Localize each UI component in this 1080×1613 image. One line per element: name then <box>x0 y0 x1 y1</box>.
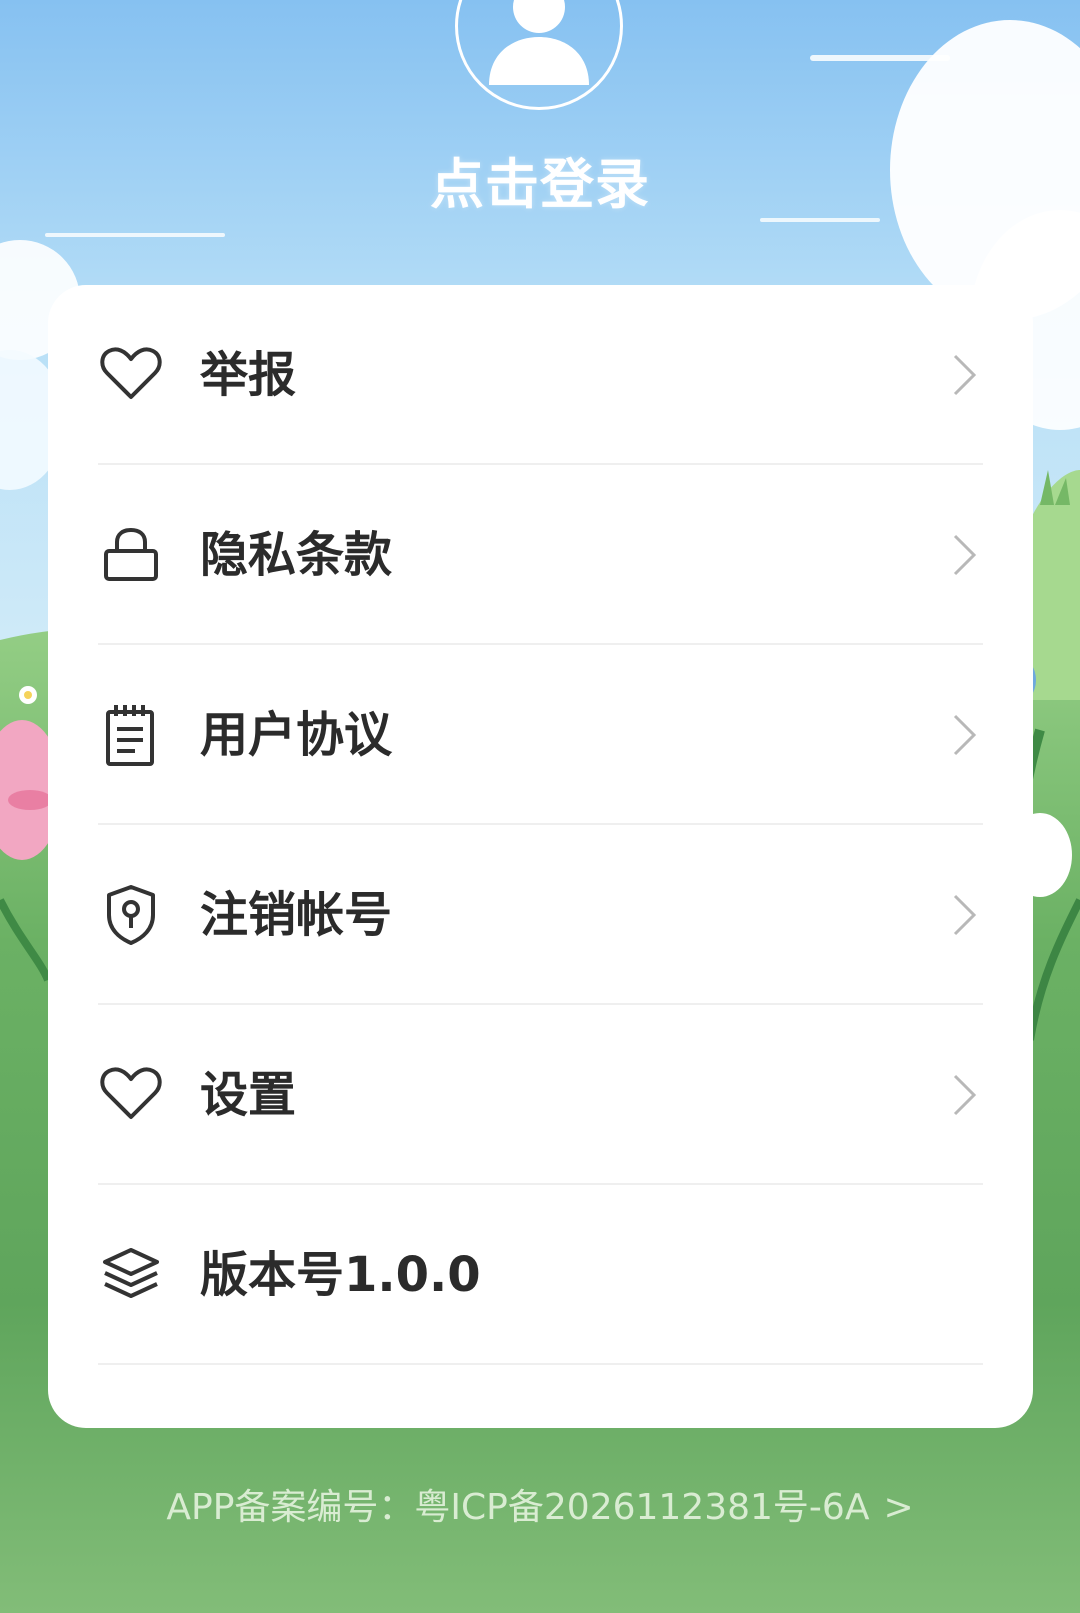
shield-keyhole-icon <box>98 882 164 948</box>
menu-item-user-agreement[interactable]: 用户协议 <box>98 645 983 825</box>
notepad-icon <box>98 702 164 768</box>
menu-item-privacy[interactable]: 隐私条款 <box>98 465 983 645</box>
menu-label: 用户协议 <box>200 707 393 763</box>
heart-icon <box>98 342 164 408</box>
menu-item-version: 版本号1.0.0 <box>98 1185 983 1365</box>
chevron-right-icon <box>939 1070 989 1120</box>
chevron-right-icon: > <box>883 1487 914 1528</box>
layers-icon <box>98 1242 164 1308</box>
version-label: 版本号1.0.0 <box>200 1247 481 1303</box>
heart-icon <box>98 1062 164 1128</box>
menu-label: 举报 <box>200 347 297 403</box>
chevron-right-icon <box>939 350 989 400</box>
chevron-right-icon <box>939 530 989 580</box>
login-link[interactable]: 点击登录 <box>0 140 1080 219</box>
menu-item-settings[interactable]: 设置 <box>98 1005 983 1185</box>
menu-card: 举报 隐私条款 用户协议 注销帐号 设置 版本号1.0.0 <box>48 285 1033 1428</box>
chevron-right-icon <box>939 710 989 760</box>
menu-label: 注销帐号 <box>200 887 393 943</box>
menu-item-delete-account[interactable]: 注销帐号 <box>98 825 983 1005</box>
chevron-right-icon <box>939 890 989 940</box>
menu-item-report[interactable]: 举报 <box>98 285 983 465</box>
menu-label: 隐私条款 <box>200 527 393 583</box>
lock-icon <box>98 522 164 588</box>
icp-filing-link[interactable]: APP备案编号：粤ICP备2026112381号-6A > <box>0 1478 1080 1530</box>
icp-filing-text: APP备案编号：粤ICP备2026112381号-6A <box>166 1487 870 1528</box>
menu-label: 设置 <box>200 1067 297 1123</box>
